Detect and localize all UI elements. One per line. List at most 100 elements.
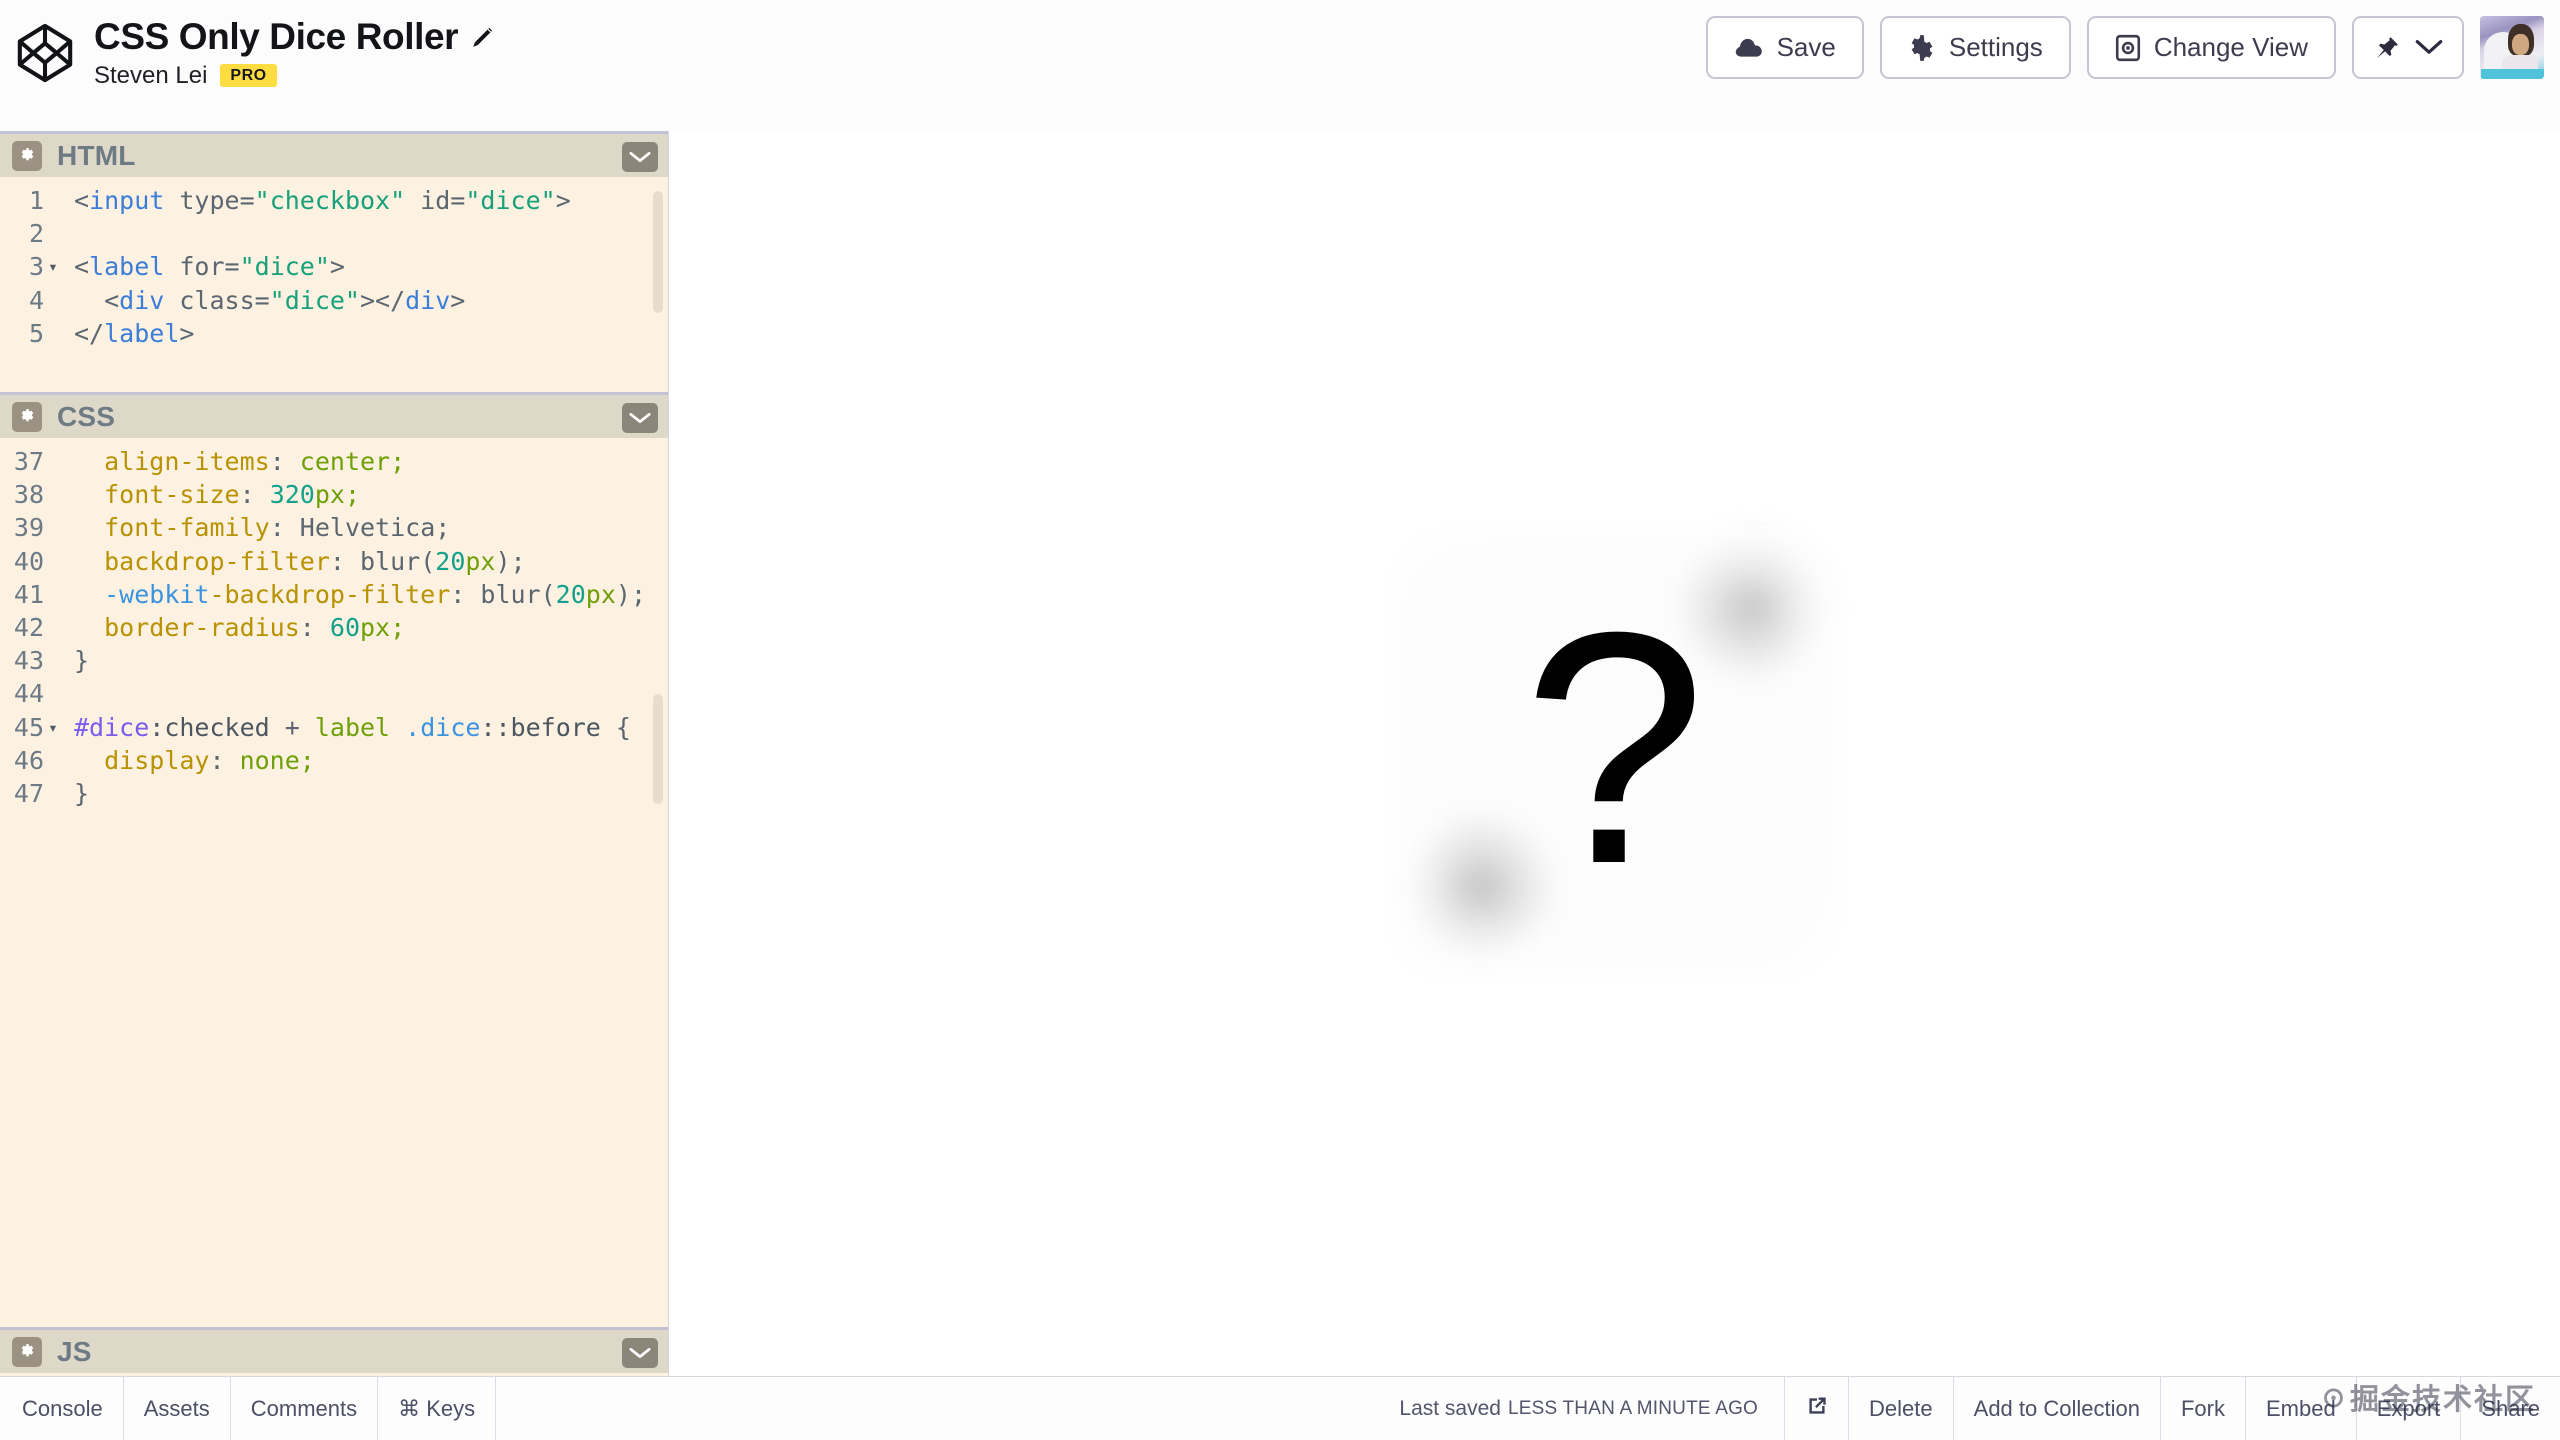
footer-tab[interactable]: ⌘ Keys xyxy=(378,1377,497,1440)
save-label: Save xyxy=(1776,32,1836,62)
line-number: 45 xyxy=(13,712,44,742)
code-text: border-radius: 60px; xyxy=(104,612,406,642)
css-code-lines: 37 align-items: center; 38 font-size: 320… xyxy=(0,445,668,810)
code-text: <input type="checkbox" id="dice"> xyxy=(74,186,571,215)
pin-button[interactable] xyxy=(2352,16,2464,79)
html-collapse-button[interactable] xyxy=(622,142,658,172)
author-name[interactable]: Steven Lei xyxy=(94,62,207,90)
code-line: 37 align-items: center; xyxy=(0,445,668,478)
bottom-bar: Console Assets Comments ⌘ Keys Last saved L… xyxy=(0,1376,2560,1440)
change-view-label: Change View xyxy=(2153,32,2308,62)
line-number: 38 xyxy=(13,480,44,510)
html-code-area[interactable]: 1 <input type="checkbox" id="dice"> 2 3 ▾ <la… xyxy=(0,177,668,392)
code-text: font-family: Helvetica; xyxy=(104,513,451,543)
code-text: <div class="dice"></div> xyxy=(74,285,466,315)
last-saved-label: Last saved xyxy=(1399,1396,1501,1420)
js-collapse-button[interactable] xyxy=(622,1338,658,1368)
code-line: 2 xyxy=(0,217,668,250)
css-code-area[interactable]: 37 align-items: center; 38 font-size: 320… xyxy=(0,438,668,1327)
code-text: -webkit-backdrop-filter: blur(20px); xyxy=(104,579,646,609)
gear-icon[interactable] xyxy=(12,401,42,432)
line-number: 4 xyxy=(28,285,44,315)
code-line: 1 <input type="checkbox" id="dice"> xyxy=(0,184,668,217)
line-number: 5 xyxy=(28,318,44,348)
code-line: 43} xyxy=(0,644,668,677)
line-number: 37 xyxy=(13,447,44,476)
html-editor-panel: HTML 1 <input type="checkbox" id="dice"> 2… xyxy=(0,131,668,392)
title-row: CSS Only Dice Roller xyxy=(94,17,495,57)
line-number: 43 xyxy=(13,646,44,676)
settings-button[interactable]: Settings xyxy=(1879,16,2071,79)
preview-pane[interactable]: ? xyxy=(669,131,2560,1376)
footer-action[interactable]: Fork xyxy=(2159,1377,2245,1440)
css-panel-label: CSS xyxy=(57,400,116,432)
code-text: display: none; xyxy=(104,745,315,775)
code-line: 39 font-family: Helvetica; xyxy=(0,511,668,544)
top-toolbar: Save Settings Change View xyxy=(1705,0,2560,79)
code-line: 40 backdrop-filter: blur(20px); xyxy=(0,545,668,578)
line-number: 44 xyxy=(13,679,44,709)
footer-tab[interactable]: Assets xyxy=(124,1377,231,1440)
footer-action[interactable]: Embed xyxy=(2244,1377,2356,1440)
external-link-icon xyxy=(1804,1393,1830,1424)
code-text: } xyxy=(74,778,90,808)
dice-glass-face: ? xyxy=(1387,526,1842,981)
code-line: 41 -webkit-backdrop-filter: blur(20px); xyxy=(0,578,668,611)
footer-left-tabs: Console Assets Comments ⌘ Keys xyxy=(0,1377,497,1440)
chevron-down-icon xyxy=(629,412,651,424)
code-text: align-items: center; xyxy=(104,447,406,476)
open-external-button[interactable] xyxy=(1784,1377,1848,1440)
dice[interactable]: ? xyxy=(1387,526,1842,981)
line-number: 42 xyxy=(13,612,44,642)
dice-face-value: ? xyxy=(1522,562,1707,932)
line-number: 40 xyxy=(13,546,44,576)
code-text: <label for="dice"> xyxy=(74,252,345,282)
gear-icon[interactable] xyxy=(12,1336,42,1367)
save-button[interactable]: Save xyxy=(1705,16,1864,79)
pencil-icon[interactable] xyxy=(470,25,495,50)
code-text: } xyxy=(74,646,90,676)
footer-action[interactable]: Add to Collection xyxy=(1952,1377,2160,1440)
top-bar: CSS Only Dice Roller Steven Lei PRO Save… xyxy=(0,0,2560,131)
footer-right-actions: Last saved LESS THAN A MINUTE AGO Delete… xyxy=(1377,1377,2560,1440)
user-avatar[interactable] xyxy=(2480,16,2544,79)
footer-action[interactable]: Export xyxy=(2355,1377,2461,1440)
layout-display-icon xyxy=(2115,34,2141,62)
line-number: 46 xyxy=(13,745,44,775)
code-fold-toggle[interactable]: ▾ xyxy=(44,711,62,744)
css-scrollbar[interactable] xyxy=(653,694,663,804)
html-scrollbar[interactable] xyxy=(653,191,663,313)
line-number: 41 xyxy=(13,579,44,609)
line-number: 47 xyxy=(13,778,44,808)
code-line: 44 xyxy=(0,677,668,710)
gear-icon[interactable] xyxy=(12,140,42,171)
line-number: 39 xyxy=(13,513,44,543)
code-line: 5 </label> xyxy=(0,317,668,350)
codepen-logo-icon[interactable] xyxy=(14,22,76,84)
css-editor-panel: CSS 37 align-items: center; 38 font-size:… xyxy=(0,392,668,1327)
page-title[interactable]: CSS Only Dice Roller xyxy=(94,17,459,57)
change-view-button[interactable]: Change View xyxy=(2086,16,2336,79)
code-text: </label> xyxy=(74,318,195,348)
code-line: 4 <div class="dice"></div> xyxy=(0,284,668,317)
line-number: 3 xyxy=(28,252,44,282)
code-fold-toggle[interactable]: ▾ xyxy=(44,250,62,283)
line-number: 2 xyxy=(28,219,44,249)
chevron-down-icon xyxy=(2415,39,2443,56)
js-panel-header: JS xyxy=(0,1327,668,1373)
workspace: HTML 1 <input type="checkbox" id="dice"> 2… xyxy=(0,131,2560,1376)
code-text: font-size: 320px; xyxy=(104,480,361,510)
pro-badge: PRO xyxy=(220,64,277,88)
js-panel-label: JS xyxy=(57,1335,92,1367)
brand-text: CSS Only Dice Roller Steven Lei PRO xyxy=(94,17,495,90)
css-panel-header: CSS xyxy=(0,392,668,438)
footer-action[interactable]: Share xyxy=(2460,1377,2560,1440)
editor-column: HTML 1 <input type="checkbox" id="dice"> 2… xyxy=(0,131,669,1376)
gear-icon xyxy=(1908,34,1936,62)
js-editor-panel: JS xyxy=(0,1327,668,1376)
footer-tab[interactable]: Console xyxy=(0,1377,124,1440)
footer-tab[interactable]: Comments xyxy=(231,1377,379,1440)
footer-action[interactable]: Delete xyxy=(1848,1377,1953,1440)
html-panel-header: HTML xyxy=(0,131,668,177)
css-collapse-button[interactable] xyxy=(622,403,658,433)
